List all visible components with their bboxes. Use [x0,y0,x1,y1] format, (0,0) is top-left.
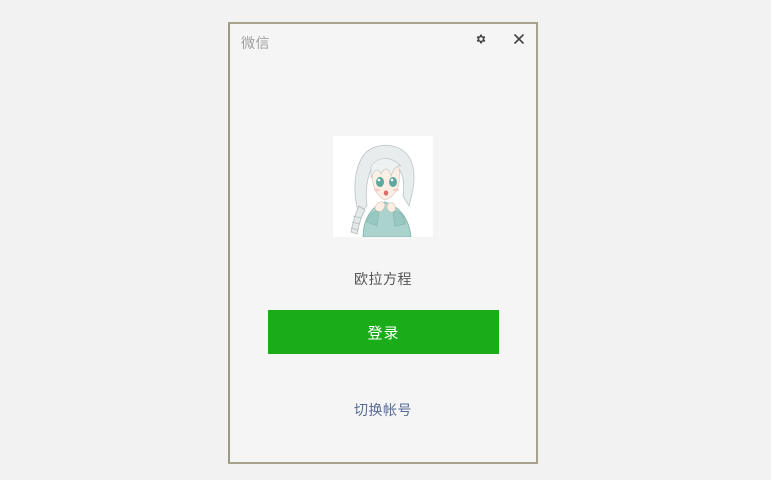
close-button[interactable] [510,30,528,48]
login-window: 微信 欧拉方程 登录 切换帐号 [228,22,538,464]
gear-icon [476,34,486,44]
anime-girl-avatar-image [333,136,433,237]
account-name: 欧拉方程 [354,272,412,288]
avatar [333,136,433,237]
window-title: 微信 [241,36,270,52]
close-icon [514,34,524,44]
settings-button[interactable] [472,30,490,48]
switch-account-link[interactable]: 切换帐号 [230,400,536,420]
login-button[interactable]: 登录 [268,310,499,354]
